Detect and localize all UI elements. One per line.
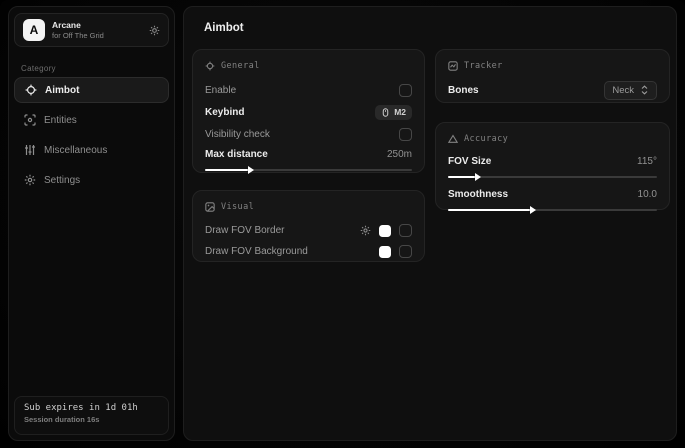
row-fov-background: Draw FOV Background: [205, 241, 412, 262]
fov-background-checkbox[interactable]: [399, 245, 412, 258]
crosshair-icon: [205, 61, 215, 71]
card-title: Accuracy: [464, 134, 508, 144]
subscription-card: Sub expires in 1d 01h Session duration 1…: [14, 396, 169, 435]
sidebar-item-label: Aimbot: [45, 85, 79, 96]
bones-selected-value: Neck: [612, 85, 634, 96]
visibility-check-label: Visibility check: [205, 129, 270, 140]
sidebar-item-entities[interactable]: Entities: [14, 107, 169, 133]
visibility-check-checkbox[interactable]: [399, 128, 412, 141]
category-label: Category: [21, 64, 56, 73]
main-panel: Aimbot General Enable Keybind: [183, 6, 677, 441]
card-visual: Visual Draw FOV Border Draw FOV Backgrou…: [192, 190, 425, 262]
max-distance-value: 250m: [387, 149, 412, 160]
slider-fill: [448, 176, 475, 178]
row-max-distance: Max distance 250m: [205, 145, 412, 164]
app-logo: A: [23, 19, 45, 41]
card-accuracy: Accuracy FOV Size 115° Smoothness 10.0: [435, 122, 670, 210]
smoothness-value: 10.0: [638, 189, 657, 200]
app-window: A Arcane for Off The Grid Category Aimbo…: [0, 0, 685, 448]
scan-eye-icon: [24, 114, 36, 126]
sidebar-nav: Aimbot Entities Miscellaneous: [14, 77, 169, 197]
triangle-icon: [448, 134, 458, 144]
fov-background-color-swatch[interactable]: [379, 246, 391, 258]
bones-select[interactable]: Neck: [604, 81, 657, 100]
keybind-label: Keybind: [205, 107, 244, 118]
page-title: Aimbot: [204, 22, 244, 34]
card-general: General Enable Keybind M2 Visibili: [192, 49, 425, 173]
fov-size-value: 115°: [637, 156, 657, 167]
smoothness-slider[interactable]: [448, 209, 657, 211]
app-header-card: A Arcane for Off The Grid: [14, 13, 169, 47]
enable-checkbox[interactable]: [399, 84, 412, 97]
fov-size-slider[interactable]: [448, 176, 657, 178]
keybind-value: M2: [394, 107, 406, 117]
sub-expiry-text: Sub expires in 1d 01h: [24, 403, 159, 413]
card-title: General: [221, 61, 260, 71]
row-keybind: Keybind M2: [205, 101, 412, 123]
sliders-icon: [24, 144, 36, 156]
route-icon: [448, 61, 458, 71]
crosshair-icon: [25, 84, 37, 96]
enable-label: Enable: [205, 85, 236, 96]
fov-border-label: Draw FOV Border: [205, 225, 284, 236]
sidebar-item-settings[interactable]: Settings: [14, 167, 169, 193]
card-title: Tracker: [464, 61, 503, 71]
sidebar-item-aimbot[interactable]: Aimbot: [14, 77, 169, 103]
sidebar-item-miscellaneous[interactable]: Miscellaneous: [14, 137, 169, 163]
sidebar-item-label: Entities: [44, 115, 77, 126]
max-distance-slider[interactable]: [205, 169, 412, 171]
card-title: Visual: [221, 202, 254, 212]
chevrons-up-down-icon: [640, 85, 649, 95]
sidebar-item-label: Miscellaneous: [44, 145, 107, 156]
app-name: Arcane: [52, 20, 142, 31]
slider-fill: [205, 169, 248, 171]
session-duration-text: Session duration 16s: [24, 415, 159, 424]
sidebar-item-label: Settings: [44, 175, 80, 186]
max-distance-label: Max distance: [205, 149, 268, 160]
fov-background-label: Draw FOV Background: [205, 246, 308, 257]
header-gear-icon[interactable]: [149, 25, 160, 36]
row-fov-border: Draw FOV Border: [205, 220, 412, 241]
fov-size-label: FOV Size: [448, 156, 491, 167]
row-bones: Bones Neck: [448, 79, 657, 101]
row-fov-size: FOV Size 115°: [448, 152, 657, 171]
row-smoothness: Smoothness 10.0: [448, 185, 657, 204]
card-tracker: Tracker Bones Neck: [435, 49, 670, 103]
row-enable: Enable: [205, 79, 412, 101]
image-icon: [205, 202, 215, 212]
fov-border-color-swatch[interactable]: [379, 225, 391, 237]
smoothness-label: Smoothness: [448, 189, 508, 200]
gear-icon: [24, 174, 36, 186]
app-subtitle: for Off The Grid: [52, 31, 142, 40]
bones-label: Bones: [448, 85, 479, 96]
gear-icon[interactable]: [360, 225, 371, 236]
mouse-icon: [381, 108, 390, 117]
sidebar: A Arcane for Off The Grid Category Aimbo…: [8, 6, 175, 441]
row-visibility-check: Visibility check: [205, 123, 412, 145]
slider-fill: [448, 209, 530, 211]
fov-border-checkbox[interactable]: [399, 224, 412, 237]
keybind-badge[interactable]: M2: [375, 105, 412, 120]
